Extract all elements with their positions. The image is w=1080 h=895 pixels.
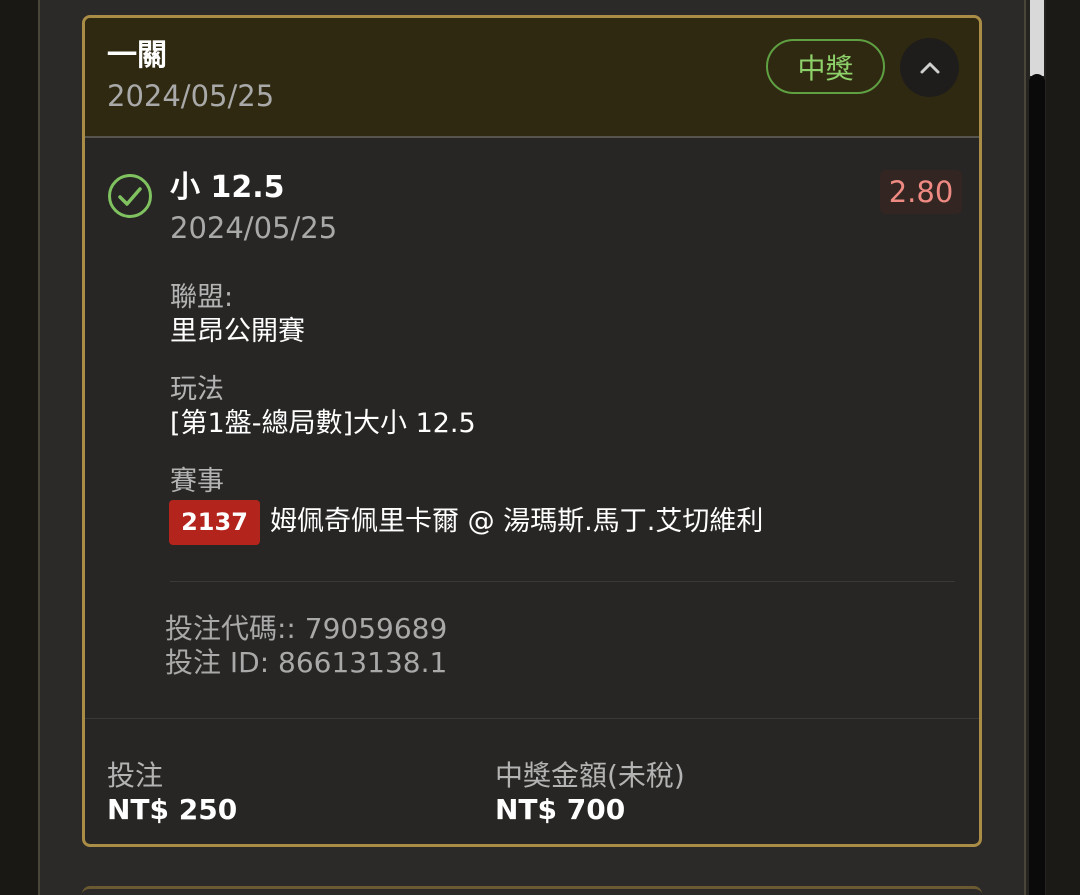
league-label: 聯盟: [170, 282, 234, 313]
event-id-badge: 2137 [169, 500, 260, 545]
status-badge: 中獎 [766, 39, 885, 94]
bet-id: 投注 ID: 86613138.1 [165, 646, 448, 679]
event-label: 賽事 [170, 466, 224, 497]
scrollbar-top-segment [1030, 0, 1044, 76]
right-gutter [1046, 0, 1080, 895]
bet-card: 一關 2024/05/25 中獎 小 12.5 2024/05/25 2.80 … [82, 15, 982, 847]
stake-label: 投注 [107, 759, 164, 792]
next-bet-card[interactable] [82, 886, 982, 895]
league-value: 里昂公開賽 [170, 316, 305, 347]
divider [170, 581, 955, 582]
bet-card-header[interactable]: 一關 2024/05/25 中獎 [85, 18, 979, 138]
market-label: 玩法 [170, 374, 224, 405]
selection-date: 2024/05/25 [170, 211, 338, 245]
selection-title: 小 12.5 [170, 170, 285, 205]
check-circle-icon [108, 174, 152, 218]
payout-value: NT$ 700 [495, 793, 626, 826]
bet-history-screen: 一關 2024/05/25 中獎 小 12.5 2024/05/25 2.80 … [0, 0, 1080, 895]
bet-code: 投注代碼:: 79059689 [165, 612, 448, 645]
bet-date: 2024/05/25 [107, 79, 275, 113]
bet-type-title: 一關 [107, 38, 167, 73]
event-name: 姆佩奇佩里卡爾 @ 湯瑪斯.馬丁.艾切維利 [270, 506, 764, 537]
market-value: [第1盤-總局數]大小 12.5 [170, 408, 476, 439]
footer-divider [85, 718, 979, 719]
payout-label: 中獎金額(未稅) [495, 759, 685, 792]
chevron-up-icon [920, 62, 939, 73]
left-gutter [0, 0, 38, 895]
scrollbar-thumb[interactable] [1029, 74, 1045, 895]
odds-badge: 2.80 [880, 170, 962, 214]
collapse-button[interactable] [900, 38, 959, 97]
stake-value: NT$ 250 [107, 793, 238, 826]
